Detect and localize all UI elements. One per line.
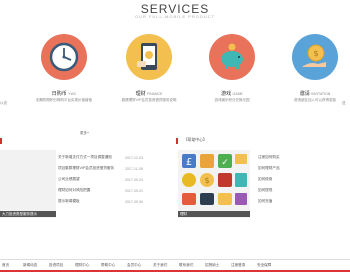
- svg-text:£: £: [186, 157, 192, 168]
- news-date: 2017-12-03: [125, 156, 143, 160]
- svg-text:✓: ✓: [221, 158, 229, 168]
- coin-hand-icon: $: [302, 44, 326, 67]
- list-item[interactable]: 如何使用: [258, 177, 348, 188]
- right-section-marker: [176, 138, 184, 144]
- service-name: 理财: [135, 91, 146, 97]
- nav-item[interactable]: 安全保障: [257, 263, 271, 268]
- service-name: 日购币: [51, 91, 67, 97]
- list-item[interactable]: 关于新增支付方式一项目调整通知 2017-12-03: [58, 155, 166, 166]
- nav-item[interactable]: 理财中心: [75, 263, 89, 268]
- left-more-link[interactable]: 更多+: [80, 131, 89, 136]
- news-title[interactable]: 项目集群理财VIP会员投资借贷服务: [58, 166, 114, 171]
- service-name: 邀请: [299, 91, 310, 97]
- list-item[interactable]: 公司业绩展望 2017-09-24: [58, 177, 166, 188]
- news-date: 2017-09-24: [125, 178, 143, 182]
- piggy-bank-icon: [221, 43, 243, 69]
- finance-icons-collage-icon: £ ✓ $: [182, 154, 247, 205]
- service-card-4[interactable]: $ 邀请 INVITATION 邀请朋友加入可以获得奖励: [280, 34, 350, 102]
- news-title[interactable]: 提示新闻模板: [58, 199, 80, 204]
- service-en: FINANCE: [147, 92, 163, 96]
- service-card-1[interactable]: 日购币 YWC 到期购物积分换购平台实现价值增值: [29, 34, 99, 102]
- news-thumbnail-caption: 大力投资类型服务提示: [0, 211, 56, 217]
- service-icon-circle: [126, 34, 172, 80]
- service-card-2[interactable]: 理财 FINANCE 稳健理财VIP会员投资借贷服务说明: [114, 34, 184, 102]
- nav-item[interactable]: 新闻动态: [23, 263, 37, 268]
- service-en: INVITATION: [311, 92, 331, 96]
- list-item[interactable]: 如何提现: [258, 188, 348, 199]
- nav-item[interactable]: 注册登录: [231, 263, 245, 268]
- bottom-nav: 首页 新闻动态 投资项目 理财中心 帮助中心 会员中心 关于我们 联系我们 招贤…: [0, 259, 350, 270]
- nav-item[interactable]: 首页: [2, 263, 9, 268]
- service-desc: 到期购物积分换购平台实现价值增值: [36, 98, 92, 102]
- service-card-3[interactable]: 游戏 GAME 游戏娱乐积分兑换乐园: [197, 34, 267, 102]
- news-title[interactable]: 理财如何对风险把握: [58, 188, 90, 193]
- list-item[interactable]: 理财如何对风险把握 2017-09-21: [58, 188, 166, 199]
- service-name: 游戏: [221, 91, 232, 97]
- service-en: GAME: [232, 92, 243, 96]
- service-desc: 邀请朋友加入可以获得奖励: [294, 98, 336, 102]
- nav-item[interactable]: 联系我们: [179, 263, 193, 268]
- help-center-header: 【帮助中心】: [184, 138, 207, 142]
- svg-text:$: $: [313, 49, 318, 58]
- page-subtitle: OUR FULL-MOBILE PRODUCT: [134, 14, 216, 19]
- list-item[interactable]: 提示新闻模板 2017-09-06: [58, 199, 166, 210]
- nav-item[interactable]: 投资项目: [49, 263, 63, 268]
- service-icon-circle: [41, 34, 87, 80]
- list-item[interactable]: 注册如何购买: [258, 155, 348, 166]
- help-thumbnail-caption: 理财: [178, 211, 250, 217]
- help-links: 注册如何购买 如何理财产品 如何使用 如何提现 如何充值: [258, 155, 348, 210]
- clock-icon: [49, 42, 79, 72]
- service-desc: 游戏娱乐积分兑换乐园: [214, 98, 250, 102]
- list-item[interactable]: 如何理财产品: [258, 166, 348, 177]
- service-icon-circle: $: [292, 34, 338, 80]
- news-date: 2017-09-06: [125, 200, 143, 204]
- news-date: 2017-09-21: [125, 189, 143, 193]
- news-thumbnail[interactable]: 大力投资类型服务提示: [0, 150, 56, 218]
- help-thumbnail[interactable]: £ ✓ $ 理财: [178, 150, 250, 218]
- svg-text:$: $: [204, 176, 209, 185]
- service-icon-circle: [209, 34, 255, 80]
- news-list: 关于新增支付方式一项目调整通知 2017-12-03 项目集群理财VIP会员投资…: [58, 155, 166, 210]
- news-title[interactable]: 关于新增支付方式一项目调整通知: [58, 155, 112, 160]
- left-section-marker: [0, 138, 8, 144]
- phone-money-icon: [137, 43, 157, 70]
- nav-item[interactable]: 会员中心: [127, 263, 141, 268]
- list-item[interactable]: 如何充值: [258, 199, 348, 210]
- nav-item[interactable]: 关于我们: [153, 263, 167, 268]
- service-en: YWC: [68, 92, 77, 96]
- nav-item[interactable]: 帮助中心: [101, 263, 115, 268]
- service-desc: 稳健理财VIP会员投资借贷服务说明: [121, 98, 177, 102]
- accent-divider: [0, 270, 350, 272]
- news-title[interactable]: 公司业绩展望: [58, 177, 80, 182]
- nav-item[interactable]: 招贤纳士: [205, 263, 219, 268]
- list-item[interactable]: 项目集群理财VIP会员投资借贷服务 2017-11-08: [58, 166, 166, 177]
- news-date: 2017-11-08: [125, 167, 143, 171]
- edge-text-left: 以说: [0, 101, 7, 105]
